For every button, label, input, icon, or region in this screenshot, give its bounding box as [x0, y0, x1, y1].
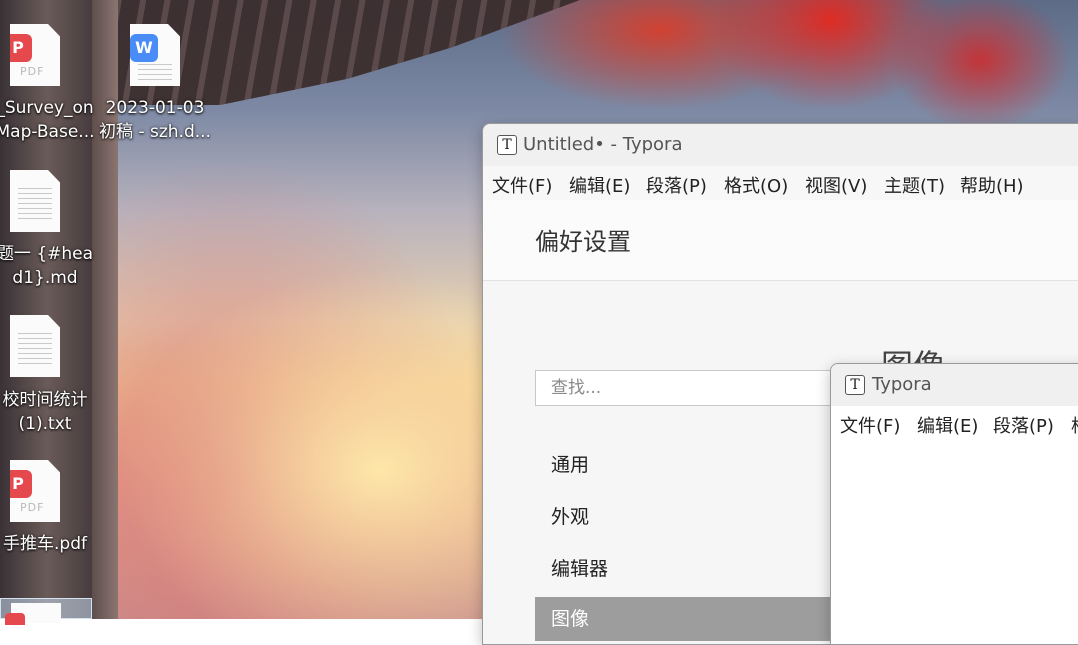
- menu-help[interactable]: 帮助(H): [960, 172, 1024, 198]
- word-file-icon: W: [130, 24, 180, 86]
- editor-area[interactable]: [831, 440, 1078, 644]
- window-title: Typora: [872, 374, 932, 395]
- menu-view[interactable]: 视图(V): [805, 172, 867, 198]
- menu-format[interactable]: 格式(O): [724, 172, 788, 198]
- menu-paragraph[interactable]: 段落(P): [993, 412, 1054, 438]
- menu-paragraph[interactable]: 段落(P): [646, 172, 707, 198]
- desktop-icon-selected-partial[interactable]: [0, 598, 92, 625]
- typora-app-icon: T: [845, 375, 865, 395]
- desktop-icon-label: (1).txt: [18, 414, 72, 434]
- desktop-icon-label: 校时间统计: [2, 390, 88, 410]
- nav-item-editor[interactable]: 编辑器: [535, 547, 845, 591]
- menu-bar: 文件(F) 编辑(E) 段落(P) 格式(O) 视图(V) 主题(T) 帮助(H…: [483, 166, 1078, 200]
- desktop-icon-label: _Survey_on: [0, 98, 94, 118]
- preferences-header: 偏好设置: [483, 200, 1078, 281]
- desktop-icon-label: 初稿 - szh.d...: [99, 122, 211, 142]
- page-title: 偏好设置: [535, 228, 631, 256]
- nav-item-general[interactable]: 通用: [535, 443, 845, 487]
- desktop-icon-label: Map-Base...: [0, 122, 95, 142]
- menu-edit[interactable]: 编辑(E): [917, 412, 978, 438]
- window-titlebar[interactable]: T Typora: [831, 364, 1078, 406]
- menu-file[interactable]: 文件(F): [492, 172, 552, 198]
- menu-bar: 文件(F) 编辑(E) 段落(P) 格: [831, 406, 1078, 440]
- nav-item-image[interactable]: 图像: [535, 597, 845, 641]
- text-file-icon: [10, 170, 60, 232]
- menu-edit[interactable]: 编辑(E): [569, 172, 630, 198]
- desktop-icon-label: d1}.md: [12, 268, 78, 288]
- window-title: Untitled• - Typora: [523, 134, 683, 155]
- text-file-icon: [10, 315, 60, 377]
- desktop-icon-label: 手推车.pdf: [3, 534, 87, 554]
- desktop-icon-label: 2023-01-03: [105, 98, 205, 118]
- typora-window-second: T Typora 文件(F) 编辑(E) 段落(P) 格: [830, 363, 1078, 645]
- window-titlebar[interactable]: T Untitled• - Typora: [483, 124, 1078, 166]
- pdf-file-icon: P PDF: [10, 24, 60, 86]
- typora-app-icon: T: [497, 135, 517, 155]
- menu-format[interactable]: 格: [1071, 412, 1078, 438]
- preferences-search-input[interactable]: [535, 370, 845, 406]
- nav-item-appearance[interactable]: 外观: [535, 495, 845, 539]
- desktop-icon-label: 题一 {#hea: [0, 244, 94, 264]
- wallpaper-pillar-edge: [92, 0, 118, 619]
- pdf-file-icon: P PDF: [10, 460, 60, 522]
- menu-file[interactable]: 文件(F): [840, 412, 900, 438]
- menu-theme[interactable]: 主题(T): [884, 172, 945, 198]
- word-badge-icon: W: [130, 34, 158, 62]
